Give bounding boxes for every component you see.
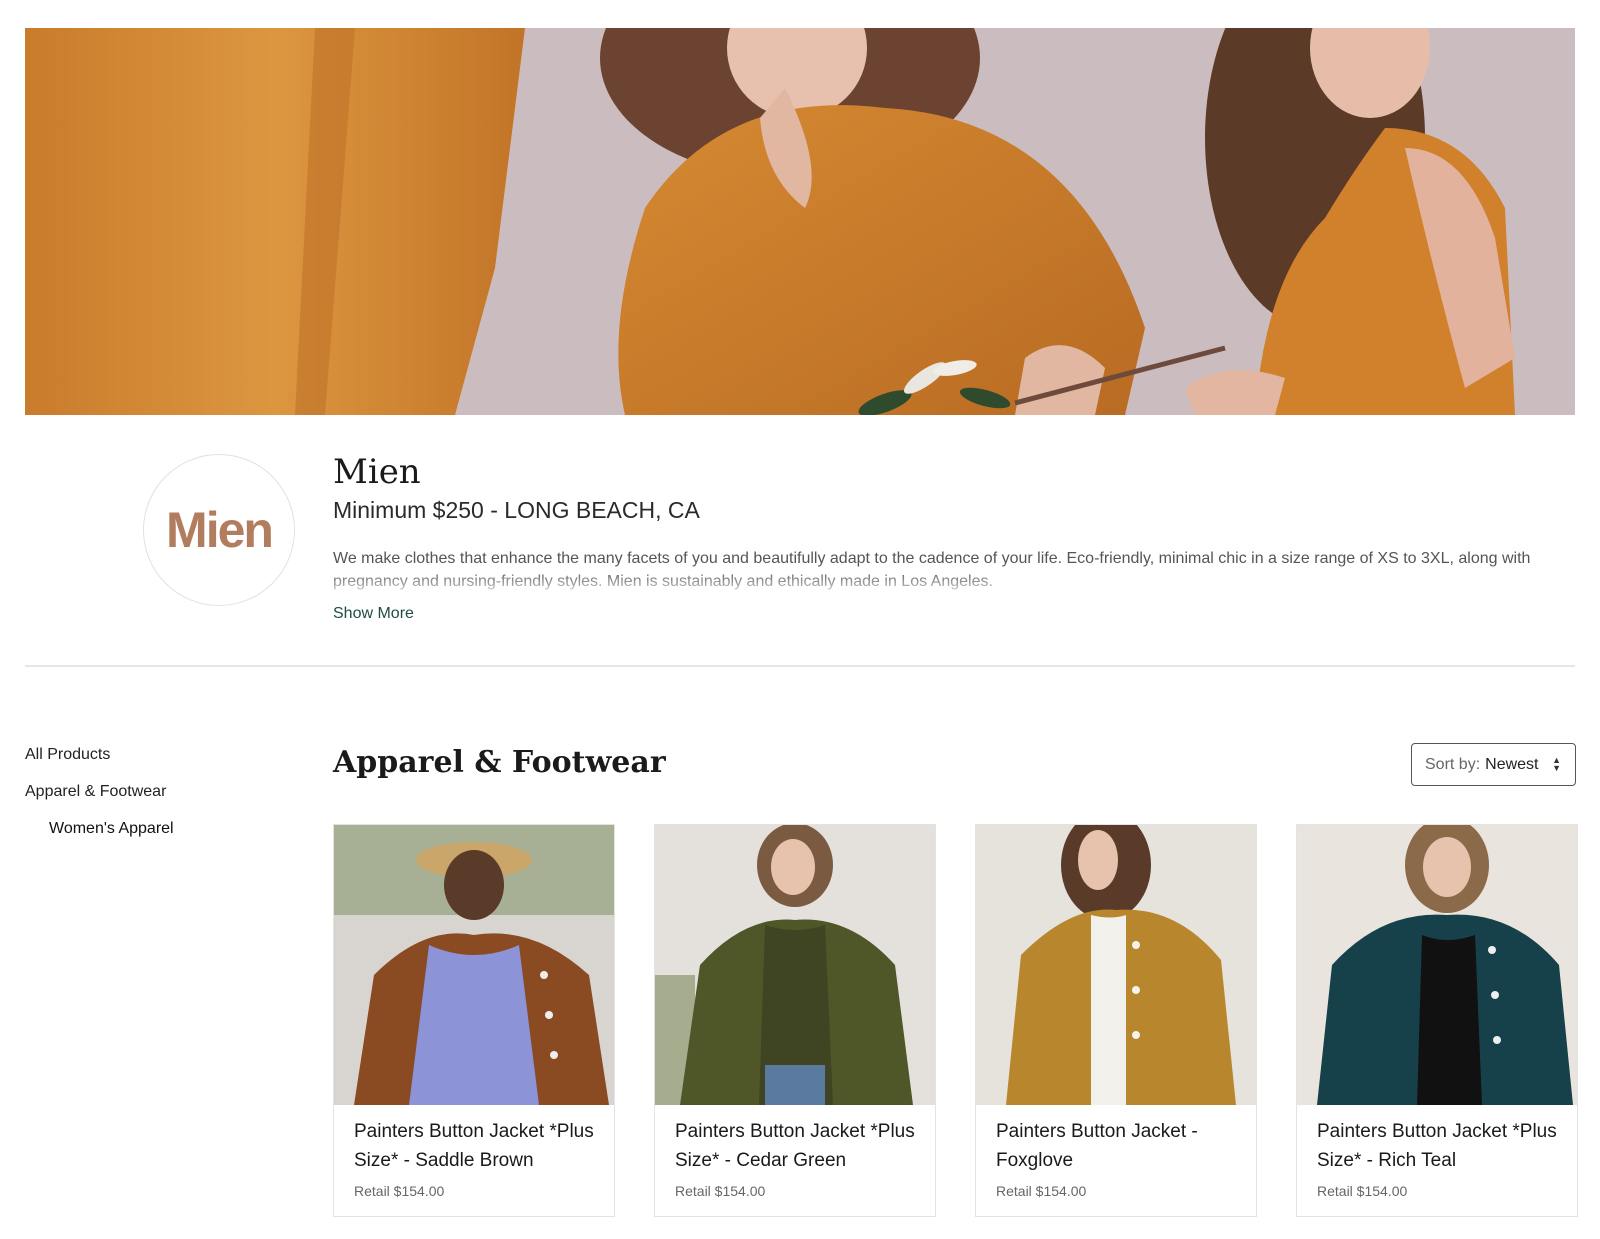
show-more-link[interactable]: Show More bbox=[333, 605, 414, 623]
brand-logo-text: Mien bbox=[166, 502, 274, 558]
hero-banner bbox=[25, 28, 1575, 415]
sidebar-item-all-products[interactable]: All Products bbox=[25, 744, 285, 781]
product-price: Retail $154.00 bbox=[996, 1183, 1087, 1199]
product-card[interactable]: Painters Button Jacket - Foxglove Retail… bbox=[975, 824, 1257, 1217]
sort-value: Newest bbox=[1485, 755, 1539, 773]
product-title[interactable]: Painters Button Jacket *Plus Size* - Sad… bbox=[354, 1117, 599, 1175]
product-title[interactable]: Painters Button Jacket *Plus Size* - Ced… bbox=[675, 1117, 920, 1175]
product-card[interactable]: Painters Button Jacket *Plus Size* - Sad… bbox=[333, 824, 615, 1217]
product-image[interactable] bbox=[334, 825, 614, 1105]
product-image[interactable] bbox=[1297, 825, 1577, 1105]
product-image[interactable] bbox=[976, 825, 1256, 1105]
product-image[interactable] bbox=[655, 825, 935, 1105]
category-sidebar: All Products Apparel & Footwear Women's … bbox=[25, 744, 285, 855]
brand-logo: Mien bbox=[143, 454, 295, 606]
hero-image bbox=[25, 28, 1575, 415]
product-price: Retail $154.00 bbox=[354, 1183, 445, 1199]
product-price: Retail $154.00 bbox=[1317, 1183, 1408, 1199]
sidebar-item-apparel-footwear[interactable]: Apparel & Footwear bbox=[25, 781, 285, 818]
divider bbox=[25, 665, 1575, 667]
section-title: Apparel & Footwear bbox=[333, 745, 666, 780]
sidebar-item-womens-apparel[interactable]: Women's Apparel bbox=[25, 818, 285, 855]
sort-label: Sort by: bbox=[1425, 755, 1481, 773]
product-title[interactable]: Painters Button Jacket - Foxglove bbox=[996, 1117, 1241, 1175]
brand-subtitle: Minimum $250 - LONG BEACH, CA bbox=[333, 497, 700, 523]
product-card[interactable]: Painters Button Jacket *Plus Size* - Ced… bbox=[654, 824, 936, 1217]
sort-dropdown[interactable]: Sort by: Newest ▲ ▼ bbox=[1411, 743, 1576, 786]
product-title[interactable]: Painters Button Jacket *Plus Size* - Ric… bbox=[1317, 1117, 1562, 1175]
product-card[interactable]: Painters Button Jacket *Plus Size* - Ric… bbox=[1296, 824, 1578, 1217]
sort-updown-icon: ▲ ▼ bbox=[1552, 755, 1561, 773]
brand-description: We make clothes that enhance the many fa… bbox=[333, 550, 1531, 590]
product-price: Retail $154.00 bbox=[675, 1183, 766, 1199]
brand-name: Mien bbox=[333, 452, 421, 492]
